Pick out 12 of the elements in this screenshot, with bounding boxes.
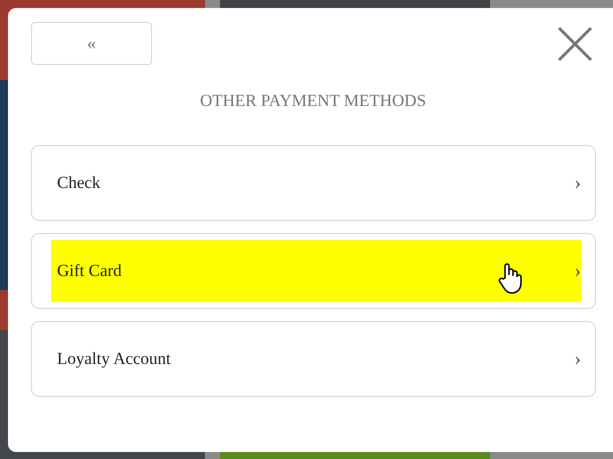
back-button[interactable]: «: [31, 22, 152, 65]
payment-method-item[interactable]: Loyalty Account ›: [31, 321, 596, 397]
chevron-icon: ›: [574, 260, 581, 282]
chevron-icon: ›: [574, 172, 581, 194]
hand-cursor-icon: [498, 262, 522, 294]
method-label: Loyalty Account: [57, 349, 171, 369]
payment-method-item[interactable]: Check ›: [31, 145, 596, 221]
dialog-title: OTHER PAYMENT METHODS: [198, 91, 428, 111]
method-label: Check: [57, 173, 100, 193]
method-label: Gift Card: [57, 261, 122, 281]
chevron-icon: ›: [574, 348, 581, 370]
payment-method-item[interactable]: Gift Card ›: [31, 233, 596, 309]
